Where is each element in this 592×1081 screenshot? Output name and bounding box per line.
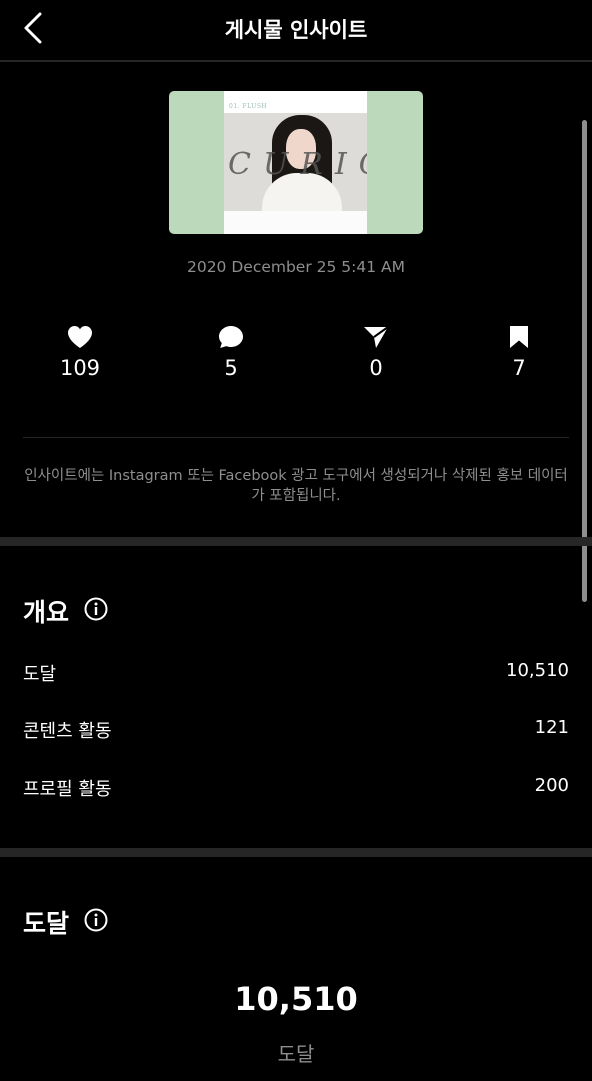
overview-row-reach: 도달 10,510 <box>23 660 569 690</box>
thumbnail-script-text: CURIOS <box>228 147 367 182</box>
share-icon <box>364 326 389 348</box>
scrollbar[interactable] <box>582 120 587 602</box>
comments-stat: 5 <box>191 325 271 380</box>
overview-row-content-activity: 콘텐츠 활동 121 <box>23 717 569 747</box>
content-activity-label: 콘텐츠 활동 <box>23 721 112 742</box>
section-separator <box>0 537 592 546</box>
insights-notice: 인사이트에는 Instagram 또는 Facebook 광고 도구에서 생성되… <box>24 468 568 504</box>
reach-label: 도달 <box>23 664 57 685</box>
section-separator <box>0 848 592 857</box>
post-thumbnail[interactable]: 01. FLUSH CURIOS <box>169 91 423 234</box>
reach-info-icon[interactable] <box>84 908 108 932</box>
shares-count: 0 <box>369 356 383 380</box>
heart-icon <box>68 326 92 348</box>
reach-title: 도달 <box>23 909 70 938</box>
reach-big-label: 도달 <box>277 1042 315 1066</box>
overview-info-icon[interactable] <box>84 597 108 621</box>
header-divider <box>0 60 592 62</box>
overview-title: 개요 <box>23 598 70 627</box>
comment-icon <box>219 326 243 348</box>
shares-stat: 0 <box>336 325 416 380</box>
comments-count: 5 <box>224 356 238 380</box>
likes-stat: 109 <box>40 325 120 380</box>
reach-value: 10,510 <box>506 660 569 681</box>
reach-big-value: 10,510 <box>234 980 358 1018</box>
saves-count: 7 <box>512 356 526 380</box>
thumbnail-brand-text: 01. FLUSH <box>229 103 268 110</box>
post-image: 01. FLUSH CURIOS <box>224 91 367 234</box>
profile-activity-label: 프로필 활동 <box>23 779 112 800</box>
bookmark-icon <box>510 326 528 348</box>
overview-row-profile-activity: 프로필 활동 200 <box>23 775 569 805</box>
profile-activity-value: 200 <box>534 775 569 796</box>
post-date: 2020 December 25 5:41 AM <box>186 258 406 276</box>
likes-count: 109 <box>59 356 101 380</box>
page-title: 게시물 인사이트 <box>224 18 368 42</box>
content-activity-value: 121 <box>534 717 569 738</box>
stats-divider <box>23 437 569 438</box>
saves-stat: 7 <box>479 325 559 380</box>
top-bar: 게시물 인사이트 <box>0 0 592 60</box>
